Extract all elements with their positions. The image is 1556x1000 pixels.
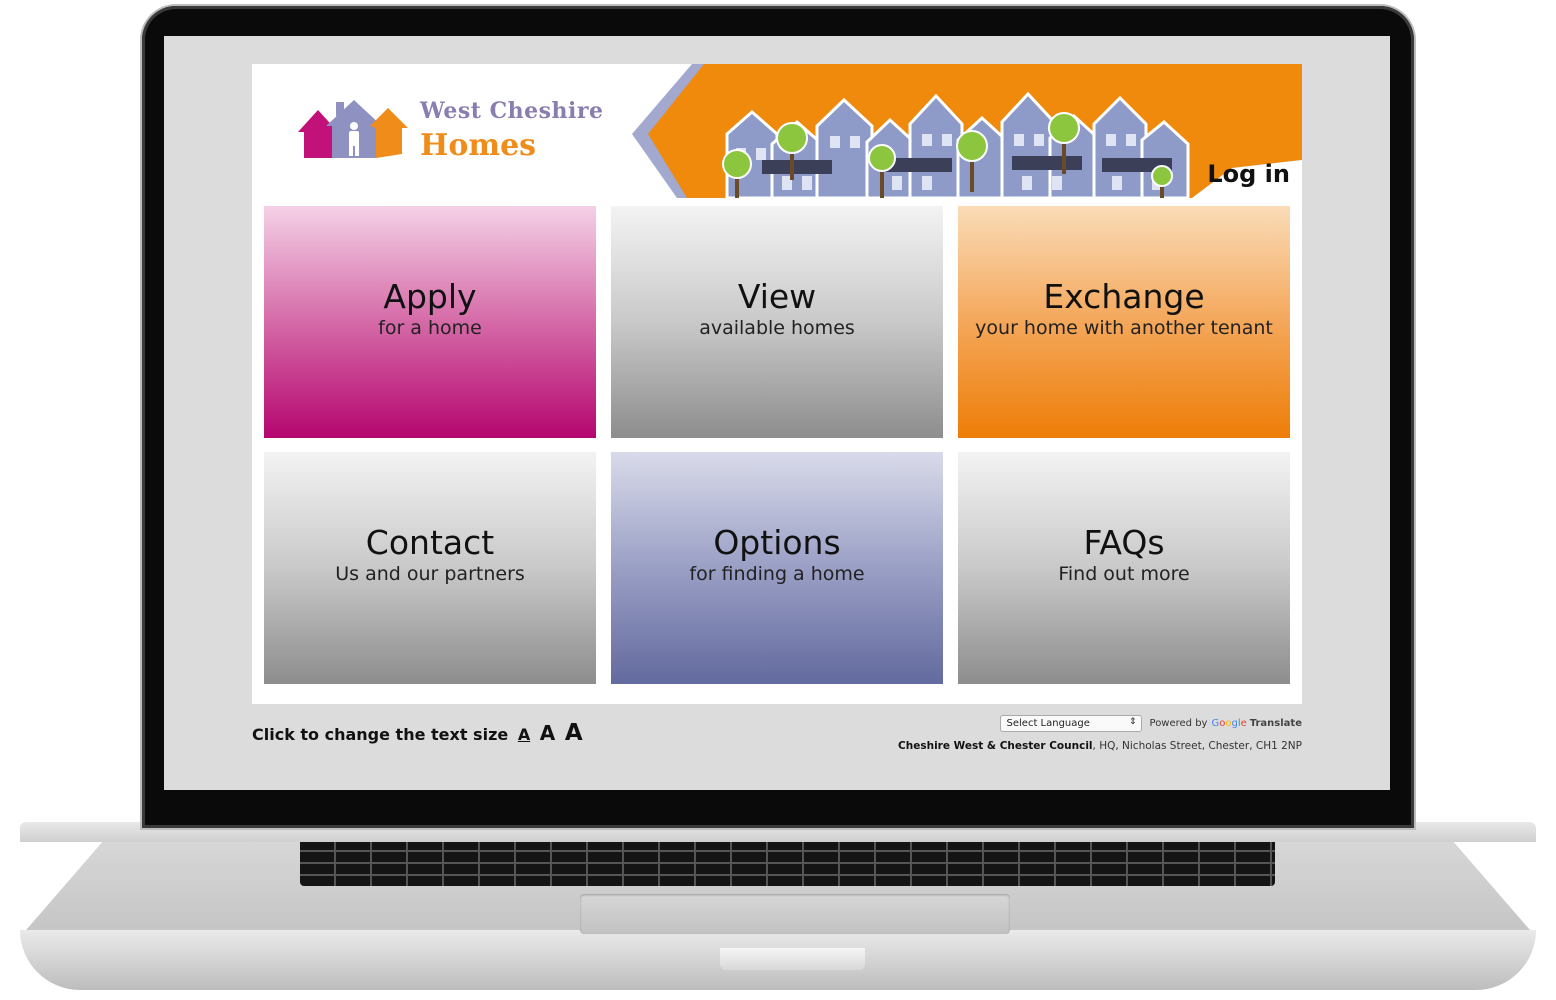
tile-title: FAQs [1083, 523, 1165, 562]
google-wordmark: Google [1211, 717, 1247, 729]
translate-link[interactable]: Translate [1250, 718, 1302, 729]
tile-options[interactable]: Options for finding a home [611, 452, 943, 684]
laptop-keyboard [300, 836, 1275, 886]
tile-subtitle: for finding a home [689, 563, 865, 585]
translate-widget: Select Language ⇕ Powered by Google Tran… [990, 713, 1302, 733]
select-arrows-icon: ⇕ [1128, 716, 1137, 727]
tile-subtitle: for a home [378, 317, 482, 339]
logo-text-homes: Homes [420, 128, 537, 163]
header-banner-illustration [632, 64, 1302, 198]
tile-subtitle: Find out more [1058, 563, 1190, 585]
main-tiles-grid: Apply for a home View available homes Ex… [264, 206, 1290, 686]
address-details: , HQ, Nicholas Street, Chester, CH1 2NP [1092, 740, 1302, 752]
text-size-label: Click to change the text size [252, 725, 509, 744]
powered-by-text: Powered by [1149, 717, 1208, 729]
laptop-screen: West Cheshire Homes Log in Apply for a h… [164, 36, 1390, 790]
login-link[interactable]: Log in [1207, 160, 1290, 188]
web-page: West Cheshire Homes Log in Apply for a h… [252, 64, 1302, 704]
tile-title: Contact [365, 523, 495, 562]
footer-address: Cheshire West & Chester Council, HQ, Nic… [724, 740, 1302, 752]
text-size-small-button[interactable]: A [518, 725, 530, 744]
tile-subtitle: your home with another tenant [975, 317, 1273, 339]
logo-text-west-cheshire: West Cheshire [420, 98, 604, 124]
text-size-control: Click to change the text size A A A [252, 720, 583, 746]
laptop-trackpad [580, 894, 1010, 934]
site-header: West Cheshire Homes Log in [252, 64, 1302, 198]
tile-title: Exchange [1043, 277, 1205, 316]
tile-subtitle: Us and our partners [335, 563, 525, 585]
tile-view[interactable]: View available homes [611, 206, 943, 438]
tile-title: Options [713, 523, 841, 562]
tile-subtitle: available homes [699, 317, 855, 339]
tile-apply[interactable]: Apply for a home [264, 206, 596, 438]
tile-title: View [737, 277, 817, 316]
laptop-notch [720, 948, 865, 970]
tile-exchange[interactable]: Exchange your home with another tenant [958, 206, 1290, 438]
address-organisation: Cheshire West & Chester Council [898, 740, 1093, 752]
tile-title: Apply [383, 277, 477, 316]
language-select-value: Select Language [1006, 717, 1090, 729]
tile-contact[interactable]: Contact Us and our partners [264, 452, 596, 684]
language-select[interactable]: Select Language ⇕ [999, 714, 1142, 732]
tile-faqs[interactable]: FAQs Find out more [958, 452, 1290, 684]
site-logo[interactable]: West Cheshire Homes [292, 94, 612, 164]
text-size-large-button[interactable]: A [565, 720, 583, 746]
text-size-medium-button[interactable]: A [540, 721, 555, 745]
houses-logo-icon [298, 100, 408, 158]
